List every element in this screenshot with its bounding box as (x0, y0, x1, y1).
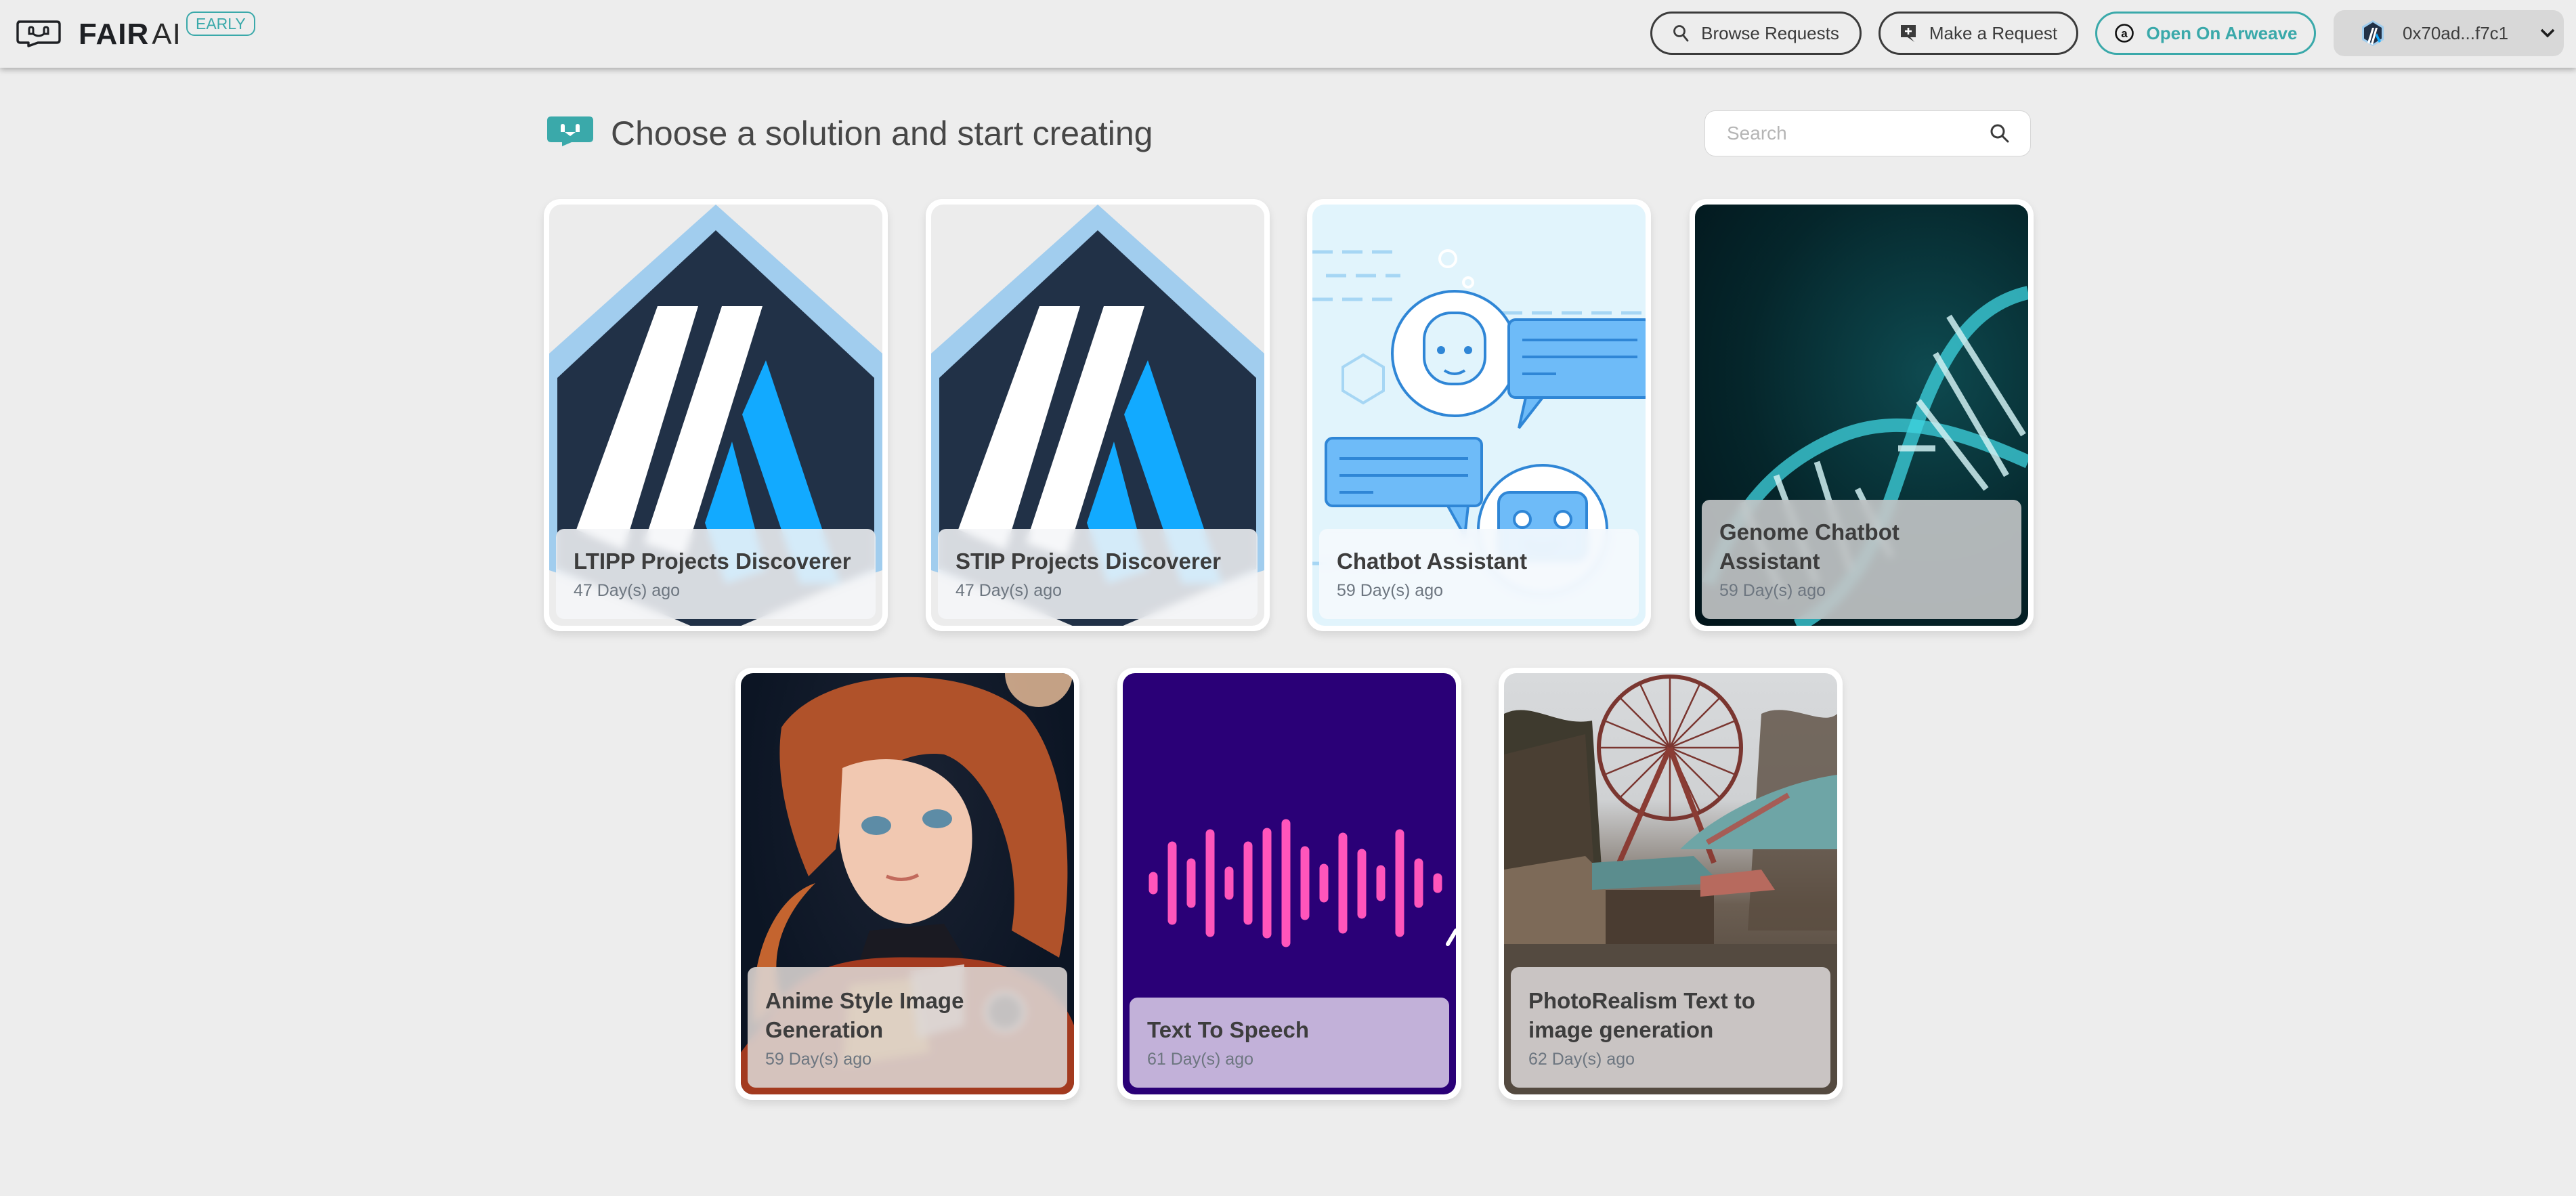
add-comment-icon (1900, 25, 1916, 42)
browse-requests-button[interactable]: Browse Requests (1650, 12, 1862, 55)
card-image: PhotoRealism Text to image generation 62… (1504, 673, 1837, 1094)
solution-card-stip[interactable]: STIP Projects Discoverer 47 Day(s) ago (926, 199, 1270, 631)
early-badge: EARLY (186, 12, 255, 36)
solution-card-photorealism[interactable]: PhotoRealism Text to image generation 62… (1499, 668, 1843, 1100)
solution-card-ltipp[interactable]: LTIPP Projects Discoverer 47 Day(s) ago (544, 199, 888, 631)
page-heading: Choose a solution and start creating (547, 114, 1153, 153)
chevron-down-icon (2540, 28, 2555, 38)
card-image: STIP Projects Discoverer 47 Day(s) ago (931, 205, 1264, 626)
card-date: 47 Day(s) ago (574, 581, 681, 600)
search-box[interactable] (1704, 110, 2031, 156)
card-title: STIP Projects Discoverer (956, 549, 1221, 574)
wallet-dropdown[interactable]: 0x70ad...f7c1 (2334, 10, 2564, 56)
search-input[interactable] (1727, 123, 1990, 144)
brand-name-bold: FAIR (79, 18, 150, 51)
chat-bot-icon (547, 116, 593, 146)
top-nav: FAIR AI EARLY Browse Requests Make a Req… (0, 0, 2576, 68)
arbitrum-icon (2362, 20, 2384, 46)
card-label: STIP Projects Discoverer 47 Day(s) ago (938, 529, 1258, 619)
card-date: 62 Day(s) ago (1528, 1050, 1635, 1069)
wallet-address: 0x70ad...f7c1 (2403, 22, 2509, 43)
open-on-arweave-label: Open On Arweave (2146, 22, 2298, 43)
card-image: Anime Style Image Generation 59 Day(s) a… (741, 673, 1074, 1094)
brand-logo[interactable]: FAIR AI (15, 18, 181, 51)
brand-name: FAIR AI (79, 18, 181, 51)
card-title: Genome Chatbot Assistant (1719, 519, 1899, 574)
open-on-arweave-button[interactable]: a Open On Arweave (2095, 12, 2316, 55)
card-label: LTIPP Projects Discoverer 47 Day(s) ago (556, 529, 876, 619)
solution-card-anime[interactable]: Anime Style Image Generation 59 Day(s) a… (735, 668, 1079, 1100)
page-title: Choose a solution and start creating (611, 114, 1153, 152)
search-icon (1673, 25, 1689, 42)
card-label: Anime Style Image Generation 59 Day(s) a… (748, 967, 1067, 1088)
card-label: Text To Speech 61 Day(s) ago (1130, 998, 1449, 1088)
card-label: PhotoRealism Text to image generation 62… (1511, 967, 1830, 1088)
card-image: Chatbot Assistant 59 Day(s) ago (1312, 205, 1646, 626)
card-date: 47 Day(s) ago (956, 581, 1062, 600)
solution-card-chatbot[interactable]: Chatbot Assistant 59 Day(s) ago (1307, 199, 1651, 631)
search-icon[interactable] (1990, 123, 2010, 144)
chat-bot-logo-icon (16, 20, 61, 47)
card-image: Genome Chatbot Assistant 59 Day(s) ago (1695, 205, 2028, 626)
solution-card-tts[interactable]: Text To Speech 61 Day(s) ago (1117, 668, 1461, 1100)
card-date: 61 Day(s) ago (1147, 1050, 1254, 1069)
card-title: Chatbot Assistant (1337, 549, 1528, 574)
make-request-label: Make a Request (1929, 22, 2058, 43)
card-title: Text To Speech (1147, 1017, 1309, 1042)
card-title: Anime Style Image Generation (765, 988, 964, 1042)
make-request-button[interactable]: Make a Request (1879, 12, 2078, 55)
brand-name-thin: AI (152, 18, 181, 51)
card-date: 59 Day(s) ago (1337, 581, 1444, 600)
card-title: LTIPP Projects Discoverer (574, 549, 851, 574)
card-date: 59 Day(s) ago (765, 1050, 872, 1069)
card-label: Genome Chatbot Assistant 59 Day(s) ago (1702, 500, 2021, 619)
browse-requests-label: Browse Requests (1701, 22, 1839, 43)
card-label: Chatbot Assistant 59 Day(s) ago (1319, 529, 1639, 619)
card-image: Text To Speech 61 Day(s) ago (1123, 673, 1456, 1094)
card-image: LTIPP Projects Discoverer 47 Day(s) ago (549, 205, 882, 626)
arweave-icon: a (2114, 24, 2134, 43)
solution-card-genome[interactable]: Genome Chatbot Assistant 59 Day(s) ago (1690, 199, 2034, 631)
card-title: PhotoRealism Text to image generation (1528, 988, 1755, 1042)
card-date: 59 Day(s) ago (1719, 581, 1826, 600)
svg-text:a: a (2121, 27, 2128, 40)
